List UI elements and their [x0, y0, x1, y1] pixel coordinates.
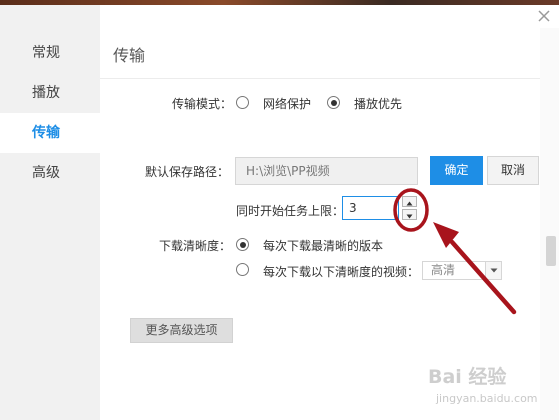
quality-select-arrow[interactable] — [485, 262, 501, 279]
sidebar-item-label: 播放 — [32, 85, 60, 101]
task-limit-stepper — [402, 196, 417, 220]
scrollbar-thumb[interactable] — [546, 236, 556, 266]
stepper-up-button[interactable] — [402, 196, 417, 207]
transfer-mode-playback-radio[interactable] — [327, 96, 340, 109]
sidebar-item-label: 传输 — [32, 125, 60, 141]
cancel-button[interactable]: 取消 — [487, 156, 539, 185]
save-path-input[interactable]: H:\浏览\PP视频 — [235, 157, 418, 185]
sidebar-item-label: 高级 — [32, 165, 60, 181]
watermark-subtext: jingyan.baidu.com — [436, 392, 538, 405]
quality-select[interactable]: 高清 — [422, 261, 502, 280]
save-path-label: 默认保存路径： — [145, 165, 230, 179]
chevron-down-icon — [490, 268, 498, 273]
annotation-arrow-head — [433, 222, 459, 248]
watermark-logo: Bai 经验 jingyan.baidu.com — [418, 362, 554, 414]
quality-label: 下载清晰度： — [159, 239, 232, 253]
transfer-mode-playback-label: 播放优先 — [354, 97, 403, 111]
sidebar-item-playback[interactable]: 播放 — [0, 73, 100, 113]
confirm-button[interactable]: 确定 — [430, 156, 483, 185]
quality-below-label: 每次下载以下清晰度的视频： — [263, 265, 420, 279]
task-limit-input[interactable]: 3 — [342, 196, 399, 220]
caret-up-icon — [406, 201, 413, 206]
sidebar-item-transfer[interactable]: 传输 — [0, 113, 100, 153]
quality-below-radio[interactable] — [236, 263, 249, 276]
sidebar-item-label: 常规 — [32, 45, 60, 61]
more-advanced-options-button[interactable]: 更多高级选项 — [130, 318, 233, 343]
transfer-mode-network-radio[interactable] — [236, 96, 249, 109]
sidebar-item-advanced[interactable]: 高级 — [0, 153, 100, 193]
stepper-down-button[interactable] — [402, 209, 417, 220]
caret-down-icon — [406, 214, 413, 219]
transfer-mode-label: 传输模式： — [172, 97, 233, 111]
close-icon — [538, 10, 550, 22]
page-title: 传输 — [113, 46, 146, 65]
watermark-text: Bai 经验 — [428, 366, 507, 388]
close-button[interactable] — [536, 8, 552, 24]
sidebar: 常规 播放 传输 高级 — [0, 5, 100, 420]
title-divider — [100, 78, 540, 79]
quality-select-value: 高清 — [431, 263, 456, 277]
quality-best-radio[interactable] — [236, 238, 249, 251]
sidebar-item-general[interactable]: 常规 — [0, 33, 100, 73]
quality-best-label: 每次下载最清晰的版本 — [263, 239, 384, 253]
task-limit-label: 同时开始任务上限： — [236, 204, 345, 218]
transfer-mode-network-label: 网络保护 — [263, 97, 312, 111]
